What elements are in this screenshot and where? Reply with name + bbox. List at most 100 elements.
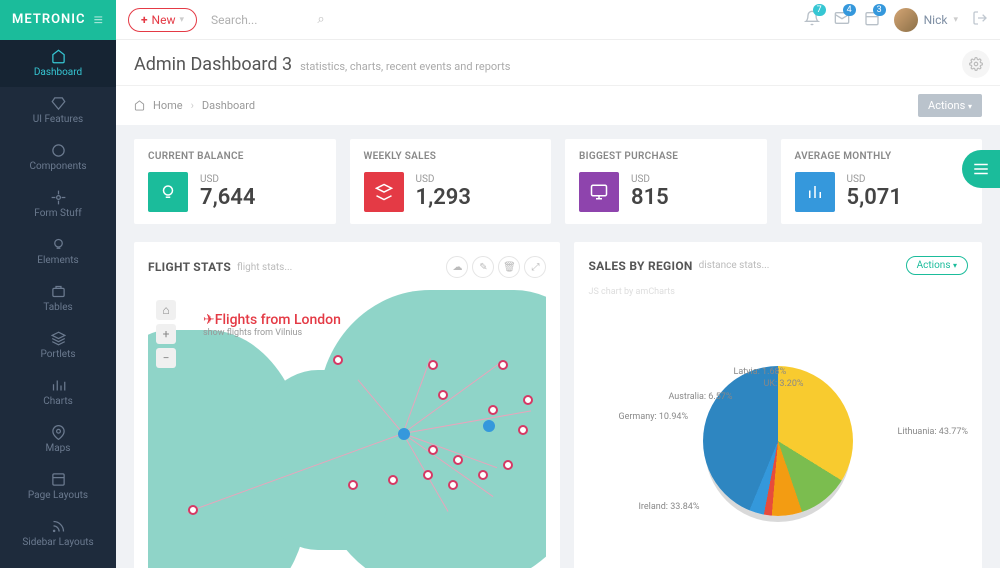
brand-text: METRONIC — [12, 12, 85, 27]
sidebar-item-maps[interactable]: Maps — [0, 416, 116, 463]
map-marker[interactable] — [453, 455, 463, 465]
map-marker-hub[interactable] — [483, 420, 495, 432]
map-marker-hub[interactable] — [398, 428, 410, 440]
sidebar-item-label: Maps — [46, 443, 71, 454]
pie-label-germany: Germany: 10.94% — [618, 412, 688, 422]
map-marker[interactable] — [348, 480, 358, 490]
layers-icon — [51, 331, 66, 346]
user-menu[interactable]: Nick ▾ — [894, 8, 958, 32]
stat-title: BIGGEST PURCHASE — [579, 151, 753, 162]
stat-title: CURRENT BALANCE — [148, 151, 322, 162]
expand-icon[interactable]: ⤢ — [524, 256, 546, 278]
page-title: Admin Dashboard 3 — [134, 54, 292, 75]
fab-button[interactable] — [962, 150, 1000, 188]
pie-label-lithuania: Lithuania: 43.77% — [898, 427, 968, 437]
settings-button[interactable] — [962, 50, 990, 78]
map-marker[interactable] — [498, 360, 508, 370]
map-marker[interactable] — [478, 470, 488, 480]
feed-icon — [51, 519, 66, 534]
flight-stats-panel: FLIGHT STATS flight stats... ☁ ✎ 🗑 ⤢ — [134, 242, 560, 568]
sidebar-item-tables[interactable]: Tables — [0, 275, 116, 322]
logo[interactable]: METRONIC ≡ — [0, 0, 116, 40]
bulb-icon — [51, 237, 66, 252]
chevron-down-icon: ▾ — [968, 102, 972, 111]
notification-mail[interactable]: 4 — [834, 10, 850, 30]
search-input[interactable]: Search... ⌕ — [211, 12, 804, 27]
notification-tasks[interactable]: 3 — [864, 10, 880, 30]
sidebar-item-form-stuff[interactable]: Form Stuff — [0, 181, 116, 228]
bell-badge: 7 — [813, 4, 826, 16]
sidebar-item-elements[interactable]: Elements — [0, 228, 116, 275]
pin-icon — [51, 425, 66, 440]
map-home-icon[interactable]: ⌂ — [156, 300, 176, 320]
chevron-down-icon: ▾ — [953, 261, 957, 270]
map-zoom-in[interactable]: + — [156, 324, 176, 344]
menu-toggle-icon[interactable]: ≡ — [94, 10, 104, 30]
gear-icon — [969, 57, 983, 71]
stat-currency: USD — [847, 174, 902, 185]
sidebar-item-label: UI Features — [33, 114, 83, 125]
map-marker[interactable] — [503, 460, 513, 470]
page-subtitle: statistics, charts, recent events and re… — [300, 60, 510, 73]
sidebar-item-label: Portlets — [40, 349, 75, 360]
wrench-icon[interactable]: ✎ — [472, 256, 494, 278]
new-button[interactable]: + New ▾ — [128, 8, 197, 32]
stat-current-balance[interactable]: CURRENT BALANCE USD7,644 — [134, 139, 336, 224]
avatar — [894, 8, 918, 32]
actions-button[interactable]: Actions ▾ — [918, 94, 982, 117]
breadcrumb-home[interactable]: Home — [153, 99, 183, 112]
sidebar-item-charts[interactable]: Charts — [0, 369, 116, 416]
map-marker[interactable] — [488, 405, 498, 415]
panel-actions-button[interactable]: Actions ▾ — [906, 256, 968, 275]
map-zoom-out[interactable]: − — [156, 348, 176, 368]
new-button-label: New — [152, 13, 176, 27]
notification-bell[interactable]: 7 — [804, 10, 820, 30]
stat-biggest-purchase[interactable]: BIGGEST PURCHASE USD815 — [565, 139, 767, 224]
layers-icon — [364, 172, 404, 212]
breadcrumb-current: Dashboard — [202, 99, 255, 112]
map-marker[interactable] — [428, 360, 438, 370]
panel-subtitle: flight stats... — [237, 262, 292, 273]
stat-title: WEEKLY SALES — [364, 151, 538, 162]
sidebar-item-label: Tables — [43, 302, 72, 313]
map-marker[interactable] — [523, 395, 533, 405]
sidebar-item-label: Page Layouts — [28, 490, 88, 501]
sidebar-item-label: Components — [29, 161, 86, 172]
sidebar-item-portlets[interactable]: Portlets — [0, 322, 116, 369]
pie-label-ireland: Ireland: 33.84% — [638, 502, 699, 512]
map-marker[interactable] — [333, 355, 343, 365]
sidebar-item-ui-features[interactable]: UI Features — [0, 87, 116, 134]
flight-link[interactable]: show flights from Vilnius — [203, 328, 341, 338]
chevron-down-icon: ▾ — [180, 15, 185, 25]
map-marker[interactable] — [438, 390, 448, 400]
map-marker[interactable] — [428, 445, 438, 455]
monitor-icon — [579, 172, 619, 212]
map-marker[interactable] — [388, 475, 398, 485]
page-header: Admin Dashboard 3 statistics, charts, re… — [116, 40, 1000, 85]
stat-title: AVERAGE MONTHLY — [795, 151, 969, 162]
stat-currency: USD — [416, 174, 471, 185]
map-marker[interactable] — [448, 480, 458, 490]
chart-note: JS chart by amCharts — [588, 287, 968, 297]
map-marker[interactable] — [188, 505, 198, 515]
sidebar-item-dashboard[interactable]: Dashboard — [0, 40, 116, 87]
chevron-down-icon: ▾ — [953, 15, 958, 25]
sidebar-item-sidebar-layouts[interactable]: Sidebar Layouts — [0, 510, 116, 557]
stat-currency: USD — [200, 174, 255, 185]
sales-region-panel: SALES BY REGION distance stats... Action… — [574, 242, 982, 568]
trash-icon[interactable]: 🗑 — [498, 256, 520, 278]
stat-weekly-sales[interactable]: WEEKLY SALES USD1,293 — [350, 139, 552, 224]
stat-average-monthly[interactable]: AVERAGE MONTHLY USD5,071 — [781, 139, 983, 224]
stat-value: 1,293 — [416, 185, 471, 210]
search-icon[interactable]: ⌕ — [317, 12, 324, 27]
user-name: Nick — [924, 13, 948, 27]
logout-icon[interactable] — [972, 10, 988, 30]
panel-title: FLIGHT STATS — [148, 260, 231, 274]
puzzle-icon — [51, 143, 66, 158]
flight-map[interactable]: ⌂ + − ✈Flights from London show flights … — [148, 290, 546, 568]
map-marker[interactable] — [518, 425, 528, 435]
map-marker[interactable] — [423, 470, 433, 480]
sidebar-item-components[interactable]: Components — [0, 134, 116, 181]
sidebar-item-page-layouts[interactable]: Page Layouts — [0, 463, 116, 510]
cloud-icon[interactable]: ☁ — [446, 256, 468, 278]
